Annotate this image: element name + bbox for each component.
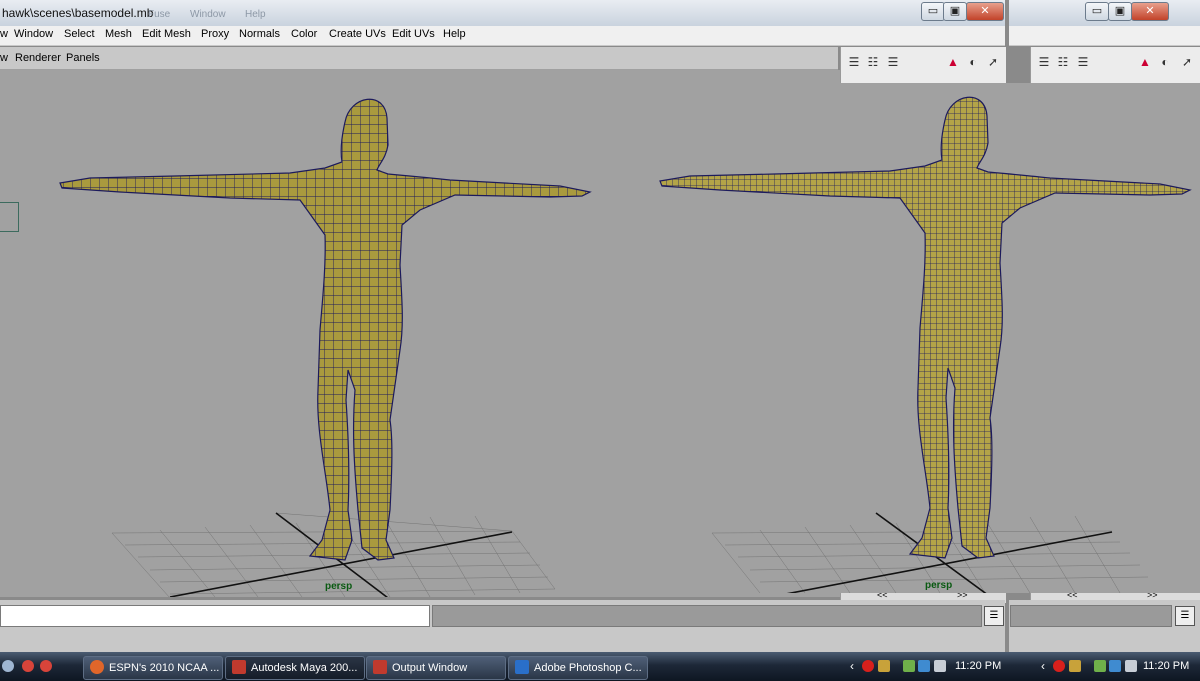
channel-box-icon-2[interactable]: ☰	[1036, 54, 1052, 70]
layer-editor-icon-2[interactable]: ☷	[1055, 54, 1071, 70]
menu-edit-mesh[interactable]: Edit Mesh	[142, 28, 191, 40]
tray-volume-icon-2[interactable]	[1125, 660, 1137, 672]
menu-window[interactable]: Window	[14, 28, 53, 40]
command-output-2	[1010, 605, 1172, 627]
title-bar: hawk\scenes\basemodel.mb Fuse Window Hel…	[0, 0, 1005, 27]
faded-menu-help: Help	[245, 9, 266, 20]
task-label-photoshop: Adobe Photoshop C...	[534, 662, 642, 674]
menu-mesh[interactable]: Mesh	[105, 28, 132, 40]
task-label-espn: ESPN's 2010 NCAA ...	[109, 662, 220, 674]
maya-icon	[373, 660, 387, 674]
layer-editor-icon[interactable]: ☷	[865, 54, 881, 70]
tray-app-icon-2[interactable]	[1069, 660, 1081, 672]
attribute-editor-icon[interactable]: ☰	[885, 54, 901, 70]
panel-menu-renderer[interactable]: Renderer	[15, 52, 61, 64]
photoshop-icon	[515, 660, 529, 674]
tray-expand-icon-2[interactable]: ‹	[1041, 659, 1045, 673]
menu-proxy[interactable]: Proxy	[201, 28, 229, 40]
task-autodesk-maya[interactable]: Autodesk Maya 200...	[225, 656, 365, 680]
taskbar-clock[interactable]: 11:20 PM	[955, 660, 1001, 672]
maximize-button-2[interactable]: ▣	[1108, 2, 1132, 21]
menu-w[interactable]: w	[0, 28, 8, 40]
panel-menu-bar: w Renderer Panels	[0, 47, 838, 70]
faded-menu-fuse: Fuse	[148, 9, 171, 20]
task-espn-firefox[interactable]: ESPN's 2010 NCAA ...	[83, 656, 223, 680]
second-menu-bar	[1009, 26, 1200, 46]
script-editor-button[interactable]: ☰	[984, 606, 1004, 626]
minimize-button[interactable]: ▭	[921, 2, 945, 21]
character-mesh-1	[59, 98, 592, 561]
tray-volume-icon[interactable]	[934, 660, 946, 672]
tray-safely-remove-icon[interactable]	[903, 660, 915, 672]
close-button-2[interactable]: ✕	[1131, 2, 1169, 21]
close-button[interactable]: ✕	[966, 2, 1004, 21]
camera-label-persp-2: persp	[925, 580, 953, 591]
menu-select[interactable]: Select	[64, 28, 95, 40]
tray-network-icon-2[interactable]	[1109, 660, 1121, 672]
tray-acrobat-icon[interactable]	[862, 660, 874, 672]
firefox-icon	[90, 660, 104, 674]
faded-menu-window: Window	[190, 9, 226, 20]
window-title: hawk\scenes\basemodel.mb	[2, 6, 154, 20]
pick-tool-icon-2[interactable]: ➚	[1179, 54, 1195, 70]
panel-menu-panels[interactable]: Panels	[66, 52, 100, 64]
command-output	[432, 605, 982, 627]
task-label-output: Output Window	[392, 662, 468, 674]
pick-tool-icon[interactable]: ➚	[985, 54, 1001, 70]
start-orb-icon[interactable]	[2, 660, 14, 672]
shading-icon[interactable]: ◐	[965, 54, 981, 70]
tray-expand-icon[interactable]: ‹	[850, 659, 854, 673]
xyz-axis-icon-2[interactable]: ▲	[1137, 54, 1153, 70]
second-window-title-bar: ▭ ▣ ✕	[1009, 0, 1200, 27]
channel-box-icon[interactable]: ☰	[846, 54, 862, 70]
tool-settings-tab[interactable]	[0, 202, 19, 232]
taskbar-clock-2[interactable]: 11:20 PM	[1143, 660, 1189, 672]
viewport-persp-2[interactable]: persp	[600, 83, 1200, 593]
minimize-button-2[interactable]: ▭	[1085, 2, 1109, 21]
shading-icon-2[interactable]: ◐	[1157, 54, 1173, 70]
task-output-window[interactable]: Output Window	[366, 656, 506, 680]
menu-edit-uvs[interactable]: Edit UVs	[392, 28, 435, 40]
menu-color[interactable]: Color	[291, 28, 317, 40]
quicklaunch-maya-icon[interactable]	[22, 660, 34, 672]
panel-menu-w[interactable]: w	[0, 52, 8, 64]
menu-create-uvs[interactable]: Create UVs	[329, 28, 386, 40]
camera-label-persp-1: persp	[325, 581, 353, 592]
menu-normals[interactable]: Normals	[239, 28, 280, 40]
script-editor-button-2[interactable]: ☰	[1175, 606, 1195, 626]
character-mesh-2-smoothed	[659, 96, 1192, 559]
maya-icon	[232, 660, 246, 674]
maximize-button[interactable]: ▣	[943, 2, 967, 21]
tray-app-icon[interactable]	[878, 660, 890, 672]
tray-acrobat-icon-2[interactable]	[1053, 660, 1065, 672]
task-photoshop[interactable]: Adobe Photoshop C...	[508, 656, 648, 680]
tray-safely-remove-icon-2[interactable]	[1094, 660, 1106, 672]
menu-help[interactable]: Help	[443, 28, 466, 40]
attribute-editor-icon-2[interactable]: ☰	[1075, 54, 1091, 70]
main-menu-bar: w Window Select Mesh Edit Mesh Proxy Nor…	[0, 26, 1005, 46]
quicklaunch-chrome-icon[interactable]	[40, 660, 52, 672]
xyz-axis-icon[interactable]: ▲	[945, 54, 961, 70]
taskbar: ESPN's 2010 NCAA ... Autodesk Maya 200..…	[0, 652, 1200, 681]
command-input[interactable]	[0, 605, 430, 627]
viewport-canvas-2	[659, 96, 1192, 593]
task-label-maya: Autodesk Maya 200...	[251, 662, 358, 674]
tray-network-icon[interactable]	[918, 660, 930, 672]
